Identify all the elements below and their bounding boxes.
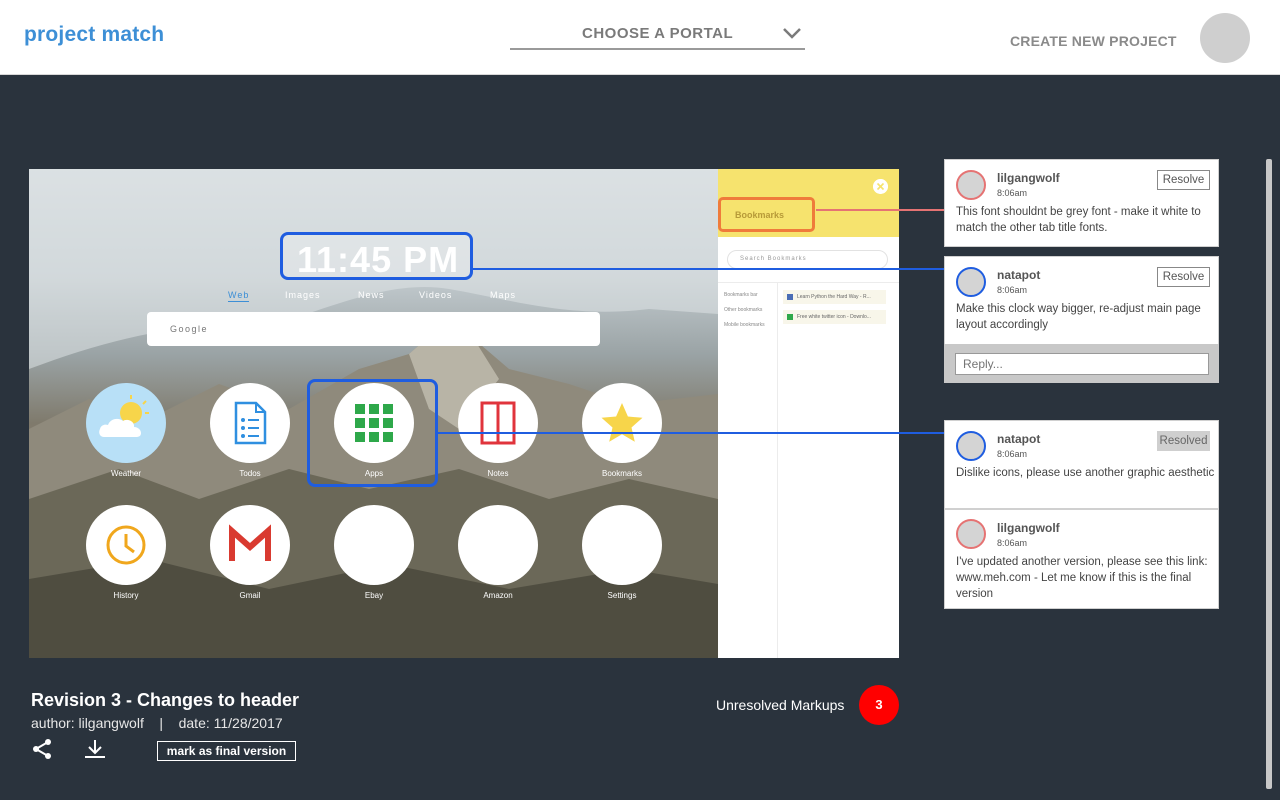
tile-history[interactable]: History	[86, 505, 166, 603]
tile-label: History	[113, 591, 139, 600]
bookmark-favicon-icon	[787, 314, 793, 320]
bookmarks-search-placeholder: Search Bookmarks	[740, 256, 807, 262]
tab-videos[interactable]: Videos	[419, 290, 452, 300]
comment-text: Make this clock way bigger, re-adjust ma…	[956, 303, 1201, 331]
mark-final-button[interactable]: mark as final version	[157, 741, 296, 761]
apps-markup-highlight[interactable]	[307, 379, 438, 487]
star-icon	[601, 403, 643, 442]
comment-user: natapot	[997, 432, 1041, 446]
revision-meta: author: lilgangwolf | date: 11/28/2017	[31, 715, 283, 731]
tab-web[interactable]: Web	[228, 290, 250, 302]
tile-label: Ebay	[364, 591, 384, 600]
reply-area	[944, 344, 1219, 383]
resolved-badge[interactable]: Resolved	[1157, 431, 1210, 451]
tab-maps[interactable]: Maps	[490, 290, 516, 300]
revision-meta-text: author: lilgangwolf | date: 11/28/2017	[31, 715, 283, 731]
weather-icon	[99, 395, 149, 437]
search-placeholder: Google	[170, 324, 209, 334]
avatar	[956, 431, 986, 461]
search-input[interactable]: Google	[147, 312, 600, 346]
clock-icon	[106, 525, 146, 565]
chevron-down-icon	[783, 28, 801, 39]
tile-label: Todos	[239, 469, 261, 478]
bookmarks-folder[interactable]: Other bookmarks	[724, 307, 762, 313]
bookmarks-search[interactable]: Search Bookmarks	[727, 250, 888, 269]
user-avatar[interactable]	[1200, 13, 1250, 63]
markup-connector	[816, 209, 944, 211]
unresolved-count-badge[interactable]: 3	[859, 685, 899, 725]
tile-label: Settings	[607, 591, 637, 600]
portal-select[interactable]: CHOOSE A PORTAL	[510, 22, 805, 50]
close-icon[interactable]	[873, 179, 888, 194]
create-new-project-button[interactable]: CREATE NEW PROJECT	[1010, 33, 1177, 49]
bookmark-favicon-icon	[787, 294, 793, 300]
bookmarks-folder[interactable]: Mobile bookmarks	[724, 322, 765, 328]
comment-time: 8:06am	[997, 538, 1028, 548]
clock-text: 11:45 PM	[297, 239, 460, 280]
download-icon[interactable]	[84, 738, 106, 760]
tile-label: Notes	[487, 469, 509, 478]
tab-images[interactable]: Images	[285, 290, 321, 300]
top-bar: project match CHOOSE A PORTAL CREATE NEW…	[0, 0, 1280, 75]
tile-amazon[interactable]: Amazon	[458, 505, 538, 603]
comment-text: Dislike icons, please use another graphi…	[956, 467, 1215, 479]
bookmark-link[interactable]: Learn Python the Hard Way - R...	[783, 290, 886, 304]
gmail-icon	[229, 524, 271, 561]
comment-card: natapot 8:06am Resolve Make this clock w…	[944, 256, 1219, 344]
markup-connector	[473, 268, 944, 270]
comment-card: natapot 8:06am Resolved Dislike icons, p…	[944, 420, 1219, 509]
reply-input[interactable]	[955, 353, 1209, 375]
comment-user: natapot	[997, 268, 1041, 282]
comment-text: I've updated another version, please see…	[956, 556, 1208, 600]
comment-time: 8:06am	[997, 188, 1028, 198]
resolve-button[interactable]: Resolve	[1157, 170, 1210, 190]
clock-highlight[interactable]: 11:45 PM	[280, 232, 473, 280]
comment-card: lilgangwolf 8:06am Resolve This font sho…	[944, 159, 1219, 247]
tile-weather[interactable]: Weather	[86, 383, 166, 481]
tile-label: Gmail	[239, 591, 261, 600]
revision-preview[interactable]: 11:45 PM Web Images News Videos Maps Goo…	[29, 169, 899, 658]
bookmarks-panel: Bookmarks Search Bookmarks Bookmarks bar…	[718, 169, 899, 658]
bookmark-link-text: Learn Python the Hard Way - R...	[797, 294, 871, 300]
tile-label: Weather	[110, 469, 142, 478]
comment-card: lilgangwolf 8:06am I've updated another …	[944, 509, 1219, 609]
bookmark-link-text: Free white twitter icon - Downlo...	[797, 314, 871, 320]
comment-user: lilgangwolf	[997, 521, 1060, 535]
comment-user: lilgangwolf	[997, 171, 1060, 185]
tile-todos[interactable]: Todos	[210, 383, 290, 481]
search-tabs: Web Images News Videos Maps	[228, 290, 548, 304]
comment-time: 8:06am	[997, 449, 1028, 459]
bookmarks-folder[interactable]: Bookmarks bar	[724, 292, 758, 298]
tile-ebay[interactable]: Ebay	[334, 505, 414, 603]
divider	[777, 282, 778, 658]
tab-news[interactable]: News	[358, 290, 385, 300]
comment-time: 8:06am	[997, 285, 1028, 295]
bookmarks-title: Bookmarks	[735, 210, 785, 220]
avatar	[956, 170, 986, 200]
notes-icon	[480, 401, 516, 445]
revision-title: Revision 3 - Changes to header	[31, 690, 300, 710]
divider	[718, 282, 899, 283]
tile-gmail[interactable]: Gmail	[210, 505, 290, 603]
scrollbar[interactable]	[1266, 159, 1272, 789]
share-icon[interactable]	[31, 738, 53, 760]
avatar	[956, 519, 986, 549]
tile-label: Bookmarks	[601, 469, 642, 478]
tile-settings[interactable]: Settings	[582, 505, 662, 603]
comment-text: This font shouldnt be grey font - make i…	[956, 206, 1201, 234]
tile-label: Amazon	[483, 591, 513, 600]
markup-connector	[438, 432, 944, 434]
bookmarks-title-highlight[interactable]: Bookmarks	[718, 197, 815, 232]
portal-select-label: CHOOSE A PORTAL	[582, 25, 734, 42]
app-logo[interactable]: project match	[24, 23, 164, 47]
unresolved-markups-label: Unresolved Markups	[716, 697, 845, 713]
bookmark-link[interactable]: Free white twitter icon - Downlo...	[783, 310, 886, 324]
avatar	[956, 267, 986, 297]
resolve-button[interactable]: Resolve	[1157, 267, 1210, 287]
todos-icon	[234, 401, 267, 445]
